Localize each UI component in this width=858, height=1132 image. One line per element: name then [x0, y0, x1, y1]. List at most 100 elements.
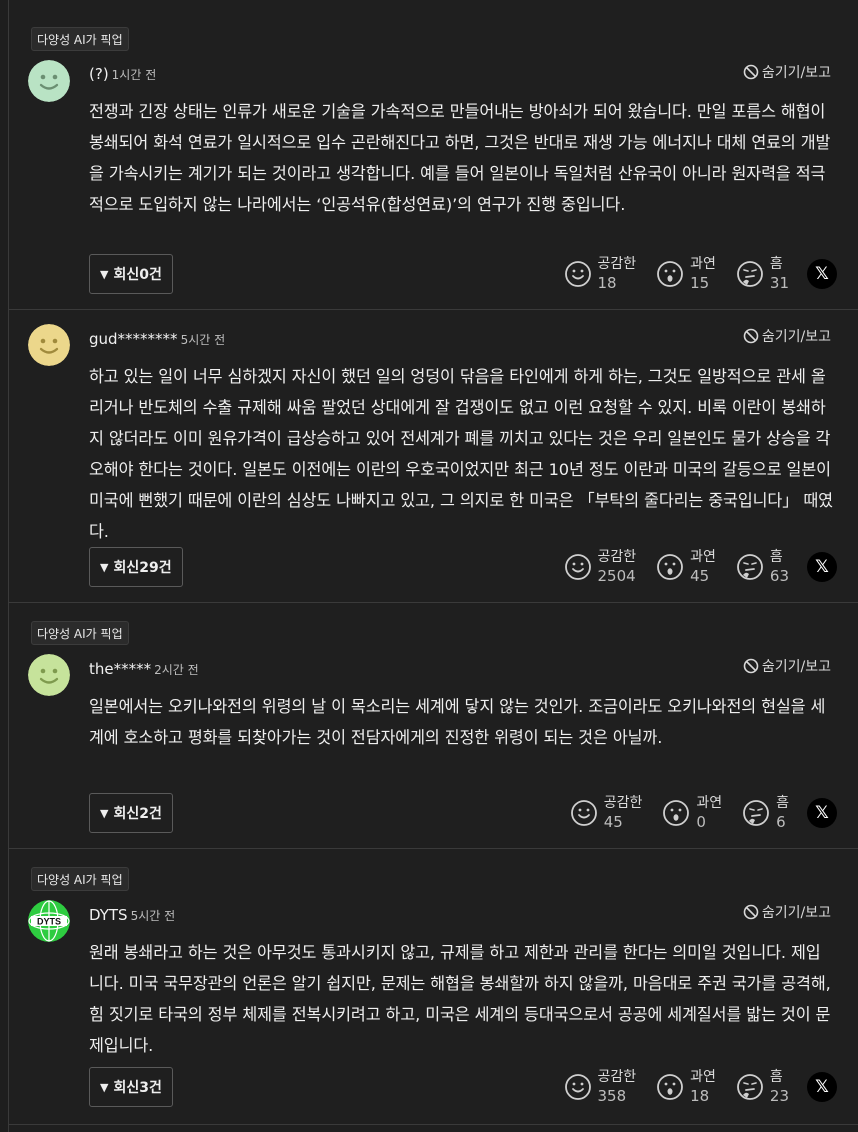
indeed-reaction[interactable]: 과연 0 — [662, 794, 722, 832]
like-label: 공감한 — [597, 549, 637, 565]
like-count: 358 — [597, 1087, 627, 1105]
comment-item: 다양성 AI가 픽업 (?) 1시간 전 숨기기/보고 전쟁과 긴장 상태는 인류… — [9, 0, 858, 310]
like-reaction[interactable]: 공감한 18 — [564, 255, 637, 293]
surprised-face-icon — [657, 1074, 684, 1100]
hmm-label: 흠 — [769, 1069, 783, 1085]
hide-report-label: 숨기기/보고 — [761, 905, 831, 921]
avatar[interactable] — [28, 60, 70, 102]
globe-logo-avatar-icon: DYTS — [28, 900, 70, 942]
username[interactable]: (?) — [89, 65, 109, 83]
like-count: 18 — [597, 274, 617, 292]
comment-item: 다양성 AI가 픽업 DYTS DYTS 5시간 전 숨기기/보고 원래 봉쇄라고… — [9, 849, 858, 1125]
comment-meta: DYTS 5시간 전 — [89, 906, 175, 924]
thinking-face-icon — [737, 554, 763, 580]
thinking-face-icon — [743, 800, 770, 826]
hide-report-label: 숨기기/보고 — [761, 329, 831, 345]
caret-down-icon: ▼ — [100, 806, 109, 820]
smile-face-icon — [564, 1074, 591, 1100]
replies-button[interactable]: ▼ 회신2건 — [89, 793, 173, 833]
hmm-count: 23 — [769, 1087, 789, 1105]
hide-report-label: 숨기기/보고 — [761, 65, 831, 81]
avatar-logo-text: DYTS — [37, 917, 61, 927]
hmm-reaction[interactable]: 흠6 — [742, 794, 789, 832]
replies-button[interactable]: ▼ 회신0건 — [89, 254, 173, 294]
hide-report-label: 숨기기/보고 — [761, 659, 831, 675]
x-share-button[interactable]: 𝕏 — [807, 552, 837, 582]
comment-text: 일본에서는 오키나와전의 위령의 날 이 목소리는 세계에 닿지 않는 것인가.… — [89, 697, 826, 747]
ai-pick-badge: 다양성 AI가 픽업 — [31, 621, 129, 645]
indeed-count: 18 — [690, 1087, 710, 1105]
avatar[interactable] — [28, 324, 70, 366]
comment-item: 다양성 AI가 픽업 the***** 2시간 전 숨기기/보고 일본에서는 오키… — [9, 603, 858, 849]
smiley-avatar-icon — [28, 60, 70, 102]
like-count: 2504 — [597, 567, 636, 585]
comment-feed: 다양성 AI가 픽업 (?) 1시간 전 숨기기/보고 전쟁과 긴장 상태는 인류… — [8, 0, 858, 1132]
smiley-avatar-icon — [28, 654, 70, 696]
hmm-reaction[interactable]: 흠 63 — [736, 548, 789, 586]
x-share-button[interactable]: 𝕏 — [807, 798, 837, 828]
timestamp: 1시간 전 — [111, 68, 157, 82]
username[interactable]: DYTS — [89, 906, 128, 924]
hmm-label: 흠 — [769, 256, 783, 272]
surprised-face-icon — [657, 554, 684, 580]
hide-report-link[interactable]: 숨기기/보고 — [743, 902, 831, 922]
like-label: 공감한 — [597, 1069, 637, 1085]
surprised-face-icon — [657, 261, 684, 287]
caret-down-icon: ▼ — [100, 560, 109, 574]
hide-report-link[interactable]: 숨기기/보고 — [743, 62, 831, 82]
indeed-count: 0 — [696, 813, 706, 831]
replies-button[interactable]: ▼ 회신29건 — [89, 547, 183, 587]
timestamp: 5시간 전 — [130, 909, 176, 923]
hmm-label: 흠 — [776, 795, 789, 811]
smile-face-icon — [570, 800, 597, 826]
hide-report-link[interactable]: 숨기기/보고 — [743, 326, 831, 346]
hmm-reaction[interactable]: 흠 31 — [736, 255, 789, 293]
hmm-count: 63 — [769, 567, 789, 585]
prohibit-icon — [743, 904, 759, 920]
indeed-label: 과연 — [690, 1069, 716, 1085]
x-share-button[interactable]: 𝕏 — [807, 259, 837, 289]
comment-text: 원래 봉쇄라고 하는 것은 아무것도 통과시키지 않고, 규제를 하고 제한과 … — [89, 943, 831, 1055]
smile-face-icon — [564, 261, 591, 287]
reaction-bar: 공감한 45 과연 0 흠6 𝕏 — [550, 791, 837, 835]
hmm-count: 6 — [776, 813, 786, 831]
replies-label: 회신3건 — [113, 1080, 162, 1096]
indeed-reaction[interactable]: 과연 18 — [656, 1068, 716, 1106]
username[interactable]: gud******** — [89, 330, 178, 348]
indeed-label: 과연 — [690, 549, 716, 565]
indeed-reaction[interactable]: 과연 15 — [656, 255, 716, 293]
x-share-button[interactable]: 𝕏 — [807, 1072, 837, 1102]
replies-label: 회신0건 — [113, 267, 162, 283]
indeed-count: 45 — [690, 567, 710, 585]
timestamp: 2시간 전 — [154, 663, 199, 677]
avatar[interactable]: DYTS — [28, 900, 70, 942]
like-reaction[interactable]: 공감한 358 — [564, 1068, 637, 1106]
smile-face-icon — [564, 554, 591, 580]
hmm-reaction[interactable]: 흠 23 — [736, 1068, 789, 1106]
hmm-label: 흠 — [769, 549, 783, 565]
smiley-avatar-icon — [28, 324, 70, 366]
comment-meta: gud******** 5시간 전 — [89, 330, 225, 348]
thinking-face-icon — [737, 261, 763, 287]
replies-button[interactable]: ▼ 회신3건 — [89, 1067, 173, 1107]
comment-text: 전쟁과 긴장 상태는 인류가 새로운 기술을 가속적으로 만들어내는 방아쇠가 … — [89, 102, 831, 214]
username[interactable]: the***** — [89, 660, 151, 678]
comment-text: 하고 있는 일이 너무 심하겠지 자신이 했던 일의 엉덩이 닦음을 타인에게 … — [89, 367, 833, 541]
surprised-face-icon — [663, 800, 690, 826]
replies-label: 회신2건 — [113, 806, 162, 822]
indeed-reaction[interactable]: 과연 45 — [656, 548, 716, 586]
caret-down-icon: ▼ — [100, 267, 109, 281]
like-reaction[interactable]: 공감한 45 — [570, 794, 642, 832]
hmm-count: 31 — [769, 274, 789, 292]
reaction-bar: 공감한 358 과연 18 흠 23 𝕏 — [544, 1065, 837, 1109]
indeed-label: 과연 — [690, 256, 716, 272]
reaction-bar: 공감한 18 과연 15 흠 31 𝕏 — [544, 252, 837, 296]
hide-report-link[interactable]: 숨기기/보고 — [743, 656, 831, 676]
avatar[interactable] — [28, 654, 70, 696]
caret-down-icon: ▼ — [100, 1080, 109, 1094]
replies-label: 회신29건 — [113, 560, 172, 576]
like-label: 공감한 — [597, 256, 637, 272]
like-reaction[interactable]: 공감한 2504 — [564, 548, 637, 586]
prohibit-icon — [743, 658, 759, 674]
reaction-bar: 공감한 2504 과연 45 흠 63 𝕏 — [544, 545, 837, 589]
